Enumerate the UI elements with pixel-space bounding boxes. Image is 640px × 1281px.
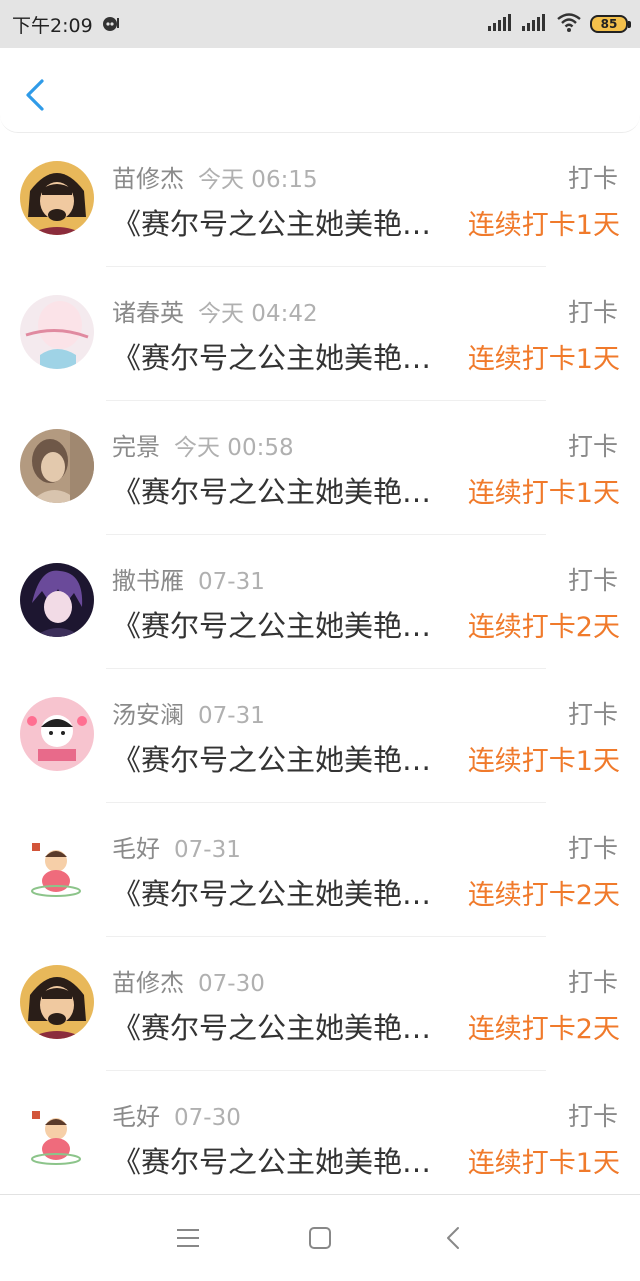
list-item[interactable]: 苗修杰 07-30 打卡 《赛尔号之公主她美艳动人》 连续打卡2天 xyxy=(0,937,640,1071)
action-label: 打卡 xyxy=(567,298,618,327)
list-item[interactable]: 毛好 07-30 打卡 《赛尔号之公主她美艳动人》 连续打卡1天 xyxy=(0,1071,640,1205)
home-square-icon xyxy=(309,1227,331,1249)
list-item[interactable]: 汤安澜 07-31 打卡 《赛尔号之公主她美艳动人》 连续打卡1天 xyxy=(0,669,640,803)
user-name-text: 汤安澜 xyxy=(112,701,184,729)
book-title: 《赛尔号之公主她美艳动人》 xyxy=(112,341,460,375)
avatar[interactable] xyxy=(20,295,94,369)
action-label: 打卡 xyxy=(567,700,618,729)
action-label: 打卡 xyxy=(567,968,618,997)
user-name: 诸春英 今天 04:42 xyxy=(112,293,318,328)
home-button[interactable] xyxy=(303,1221,337,1255)
avatar[interactable] xyxy=(20,429,94,503)
signal-icon xyxy=(522,13,548,35)
checkin-time: 07-31 xyxy=(198,569,265,595)
list-item[interactable]: 诸春英 今天 04:42 打卡 《赛尔号之公主她美艳动人》 连续打卡1天 xyxy=(0,267,640,401)
list-item[interactable]: 毛好 07-31 打卡 《赛尔号之公主她美艳动人》 连续打卡2天 xyxy=(0,803,640,937)
streak-label: 连续打卡2天 xyxy=(467,880,620,911)
battery-icon: 85 xyxy=(590,15,631,33)
user-name-text: 撒书雁 xyxy=(112,567,184,595)
checkin-time: 07-31 xyxy=(198,703,265,729)
action-label: 打卡 xyxy=(567,1102,618,1131)
checkin-time: 07-30 xyxy=(198,971,265,997)
list-item[interactable]: 苗修杰 今天 06:15 打卡 《赛尔号之公主她美艳动人》 连续打卡1天 xyxy=(0,133,640,267)
user-name-text: 完景 xyxy=(112,433,160,461)
streak-label: 连续打卡1天 xyxy=(467,746,620,777)
book-title: 《赛尔号之公主她美艳动人》 xyxy=(112,207,460,241)
book-title: 《赛尔号之公主她美艳动人》 xyxy=(112,609,460,643)
checkin-list: 苗修杰 今天 06:15 打卡 《赛尔号之公主她美艳动人》 连续打卡1天 诸春英今… xyxy=(0,133,640,1205)
avatar[interactable] xyxy=(20,697,94,771)
user-name-text: 诸春英 xyxy=(112,299,184,327)
signal-icon xyxy=(488,13,514,35)
avatar[interactable] xyxy=(20,161,94,235)
book-title: 《赛尔号之公主她美艳动人》 xyxy=(112,475,460,509)
menu-button[interactable] xyxy=(171,1221,205,1255)
header-bar xyxy=(0,48,640,133)
book-title: 《赛尔号之公主她美艳动人》 xyxy=(112,1011,460,1045)
list-item[interactable]: 完景 今天 00:58 打卡 《赛尔号之公主她美艳动人》 连续打卡1天 xyxy=(0,401,640,535)
user-name: 毛好 07-30 xyxy=(112,1097,241,1132)
streak-label: 连续打卡2天 xyxy=(467,1014,620,1045)
user-name-text: 苗修杰 xyxy=(112,969,184,997)
user-name: 汤安澜 07-31 xyxy=(112,695,265,730)
book-title: 《赛尔号之公主她美艳动人》 xyxy=(112,743,460,777)
back-triangle-icon xyxy=(447,1227,459,1249)
menu-icon xyxy=(177,1229,199,1247)
action-label: 打卡 xyxy=(567,432,618,461)
avatar[interactable] xyxy=(20,831,94,905)
user-name: 撒书雁 07-31 xyxy=(112,561,265,596)
user-name-text: 苗修杰 xyxy=(112,165,184,193)
chevron-left-icon xyxy=(26,79,44,111)
book-title: 《赛尔号之公主她美艳动人》 xyxy=(112,1145,460,1179)
message-icon xyxy=(101,14,121,34)
system-nav-bar xyxy=(0,1194,640,1281)
book-title: 《赛尔号之公主她美艳动人》 xyxy=(112,877,460,911)
action-label: 打卡 xyxy=(567,566,618,595)
back-button[interactable] xyxy=(22,78,52,112)
user-name: 苗修杰 07-30 xyxy=(112,963,265,998)
checkin-time: 今天 04:42 xyxy=(198,301,318,327)
action-label: 打卡 xyxy=(567,164,618,193)
status-time: 下午2:09 xyxy=(12,14,93,37)
avatar[interactable] xyxy=(20,1099,94,1173)
streak-label: 连续打卡1天 xyxy=(467,210,620,241)
streak-label: 连续打卡1天 xyxy=(467,478,620,509)
user-name: 苗修杰 今天 06:15 xyxy=(112,159,318,194)
list-item[interactable]: 撒书雁 07-31 打卡 《赛尔号之公主她美艳动人》 连续打卡2天 xyxy=(0,535,640,669)
checkin-time: 07-31 xyxy=(174,837,241,863)
avatar[interactable] xyxy=(20,563,94,637)
checkin-time: 今天 00:58 xyxy=(174,435,294,461)
checkin-time: 07-30 xyxy=(174,1105,241,1131)
streak-label: 连续打卡1天 xyxy=(467,1148,620,1179)
wifi-icon xyxy=(556,12,582,36)
checkin-time: 今天 06:15 xyxy=(198,167,318,193)
user-name-text: 毛好 xyxy=(112,835,160,863)
system-back-button[interactable] xyxy=(437,1221,471,1255)
user-name-text: 毛好 xyxy=(112,1103,160,1131)
user-name: 毛好 07-31 xyxy=(112,829,241,864)
action-label: 打卡 xyxy=(567,834,618,863)
streak-label: 连续打卡2天 xyxy=(467,612,620,643)
user-name: 完景 今天 00:58 xyxy=(112,427,294,462)
streak-label: 连续打卡1天 xyxy=(467,344,620,375)
avatar[interactable] xyxy=(20,965,94,1039)
status-bar: 下午2:09 85 xyxy=(0,0,640,48)
